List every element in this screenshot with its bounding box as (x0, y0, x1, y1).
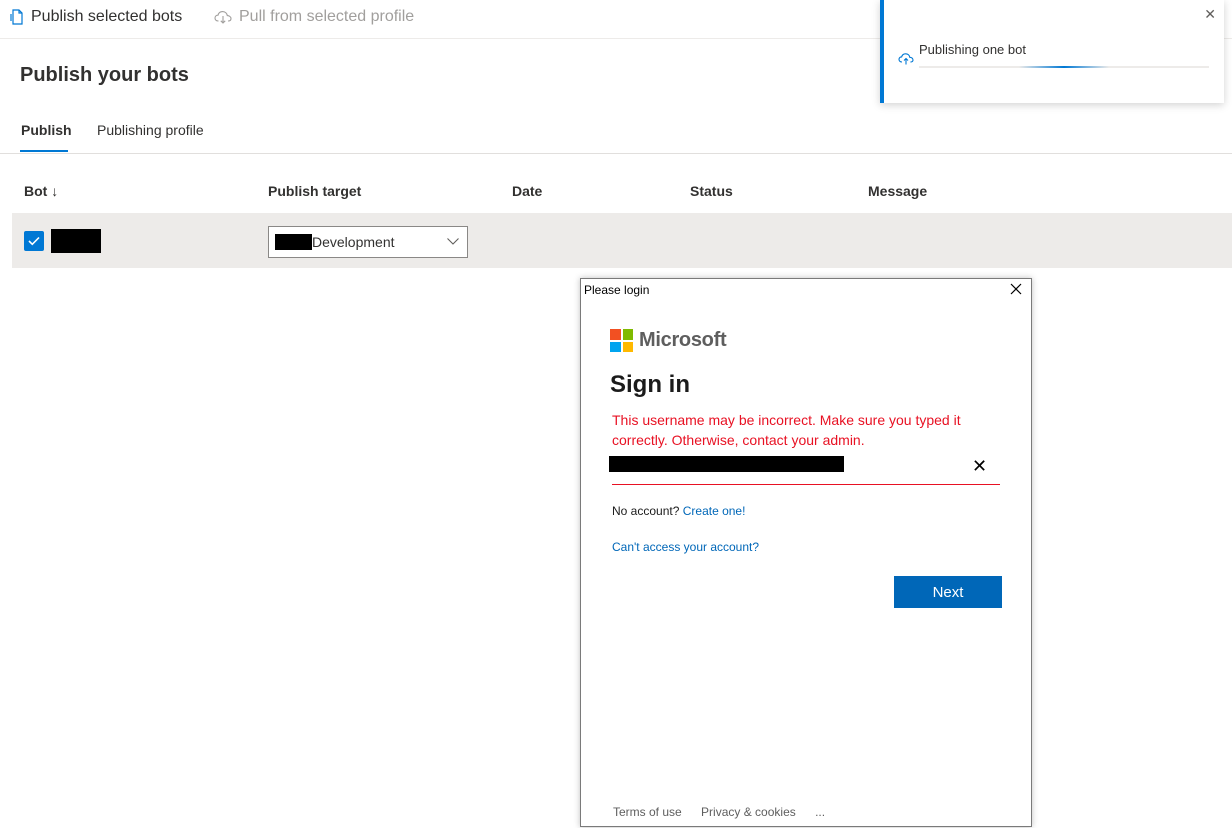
no-account-label: No account? (612, 504, 680, 518)
column-header-status[interactable]: Status (690, 183, 733, 199)
cloud-download-icon (214, 11, 232, 24)
redacted-target-prefix (275, 234, 312, 250)
cloud-upload-icon (898, 53, 914, 65)
redacted-bot-name (51, 229, 101, 253)
no-account-text: No account? Create one! (612, 504, 745, 518)
row-checkbox[interactable] (24, 231, 44, 251)
error-message: This username may be incorrect. Make sur… (612, 412, 961, 448)
publish-selected-bots-label: Publish selected bots (31, 8, 183, 25)
next-button[interactable]: Next (894, 576, 1002, 608)
publish-target-dropdown[interactable]: Development (268, 226, 468, 258)
pull-from-profile-label: Pull from selected profile (239, 8, 415, 25)
tabs-divider (0, 153, 1232, 154)
login-dialog: Please login Microsoft Sign in This user… (580, 278, 1032, 827)
column-header-date[interactable]: Date (512, 183, 542, 199)
publishing-notification: ✕ Publishing one bot (880, 0, 1224, 103)
table-row[interactable]: Development (12, 213, 1232, 268)
column-header-bot[interactable]: Bot ↓ (24, 183, 58, 199)
publish-selected-bots-button[interactable]: Publish selected bots (10, 6, 182, 28)
tab-list: Publish Publishing profile (20, 112, 1232, 153)
active-tab-indicator (20, 150, 68, 152)
progress-track (919, 66, 1209, 68)
pull-from-profile-button[interactable]: Pull from selected profile (214, 6, 414, 28)
dialog-footer: Terms of use Privacy & cookies ... (613, 805, 841, 819)
tab-publish[interactable]: Publish (21, 122, 72, 138)
cant-access-link[interactable]: Can't access your account? (612, 540, 759, 554)
progress-indicator (1019, 66, 1109, 68)
brand-name: Microsoft (639, 329, 727, 351)
microsoft-logo-icon (610, 329, 633, 352)
more-options-button[interactable]: ... (815, 805, 825, 819)
check-icon (28, 236, 40, 246)
notification-text: Publishing one bot (919, 42, 1026, 57)
document-icon (10, 9, 23, 25)
publish-target-value: Development (312, 234, 395, 250)
column-header-publish-target[interactable]: Publish target (268, 183, 361, 199)
close-icon[interactable]: ✕ (1204, 6, 1216, 23)
clear-icon[interactable]: ✕ (972, 456, 987, 477)
close-icon[interactable] (1009, 282, 1023, 296)
privacy-link[interactable]: Privacy & cookies (701, 805, 796, 819)
email-field[interactable]: ✕ (609, 454, 1000, 485)
column-header-message[interactable]: Message (868, 183, 927, 199)
sign-in-heading: Sign in (610, 371, 690, 398)
terms-link[interactable]: Terms of use (613, 805, 682, 819)
page-title: Publish your bots (20, 64, 189, 86)
create-account-link[interactable]: Create one! (683, 504, 746, 518)
redacted-email-value (609, 456, 844, 472)
dialog-title: Please login (584, 283, 650, 297)
tab-publishing-profile[interactable]: Publishing profile (97, 122, 204, 138)
chevron-down-icon (447, 238, 459, 245)
